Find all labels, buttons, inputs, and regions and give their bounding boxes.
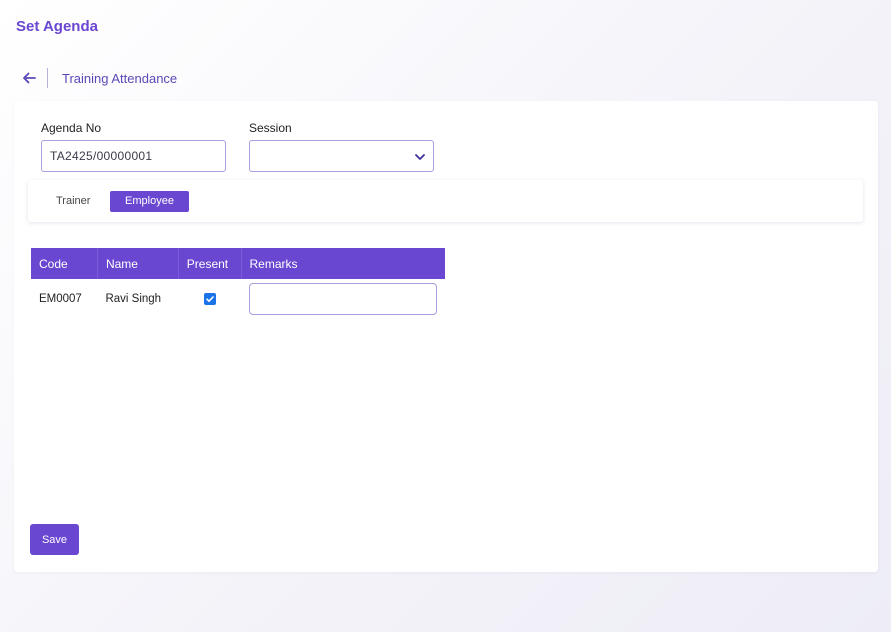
table-header-row: Code Name Present Remarks <box>31 248 445 279</box>
cell-name: Ravi Singh <box>105 293 162 305</box>
toggle-trainer[interactable]: Trainer <box>54 191 92 212</box>
toggle-employee[interactable]: Employee <box>110 191 189 212</box>
column-header-remarks: Remarks <box>241 248 445 279</box>
column-header-code: Code <box>31 248 98 279</box>
table-row: EM0007 Ravi Singh <box>31 279 445 319</box>
breadcrumb-title: Training Attendance <box>62 70 178 86</box>
chevron-down-icon <box>415 154 425 160</box>
role-toggle: Trainer Employee <box>28 180 863 222</box>
present-checkbox[interactable] <box>203 292 216 305</box>
checkmark-icon <box>205 296 214 302</box>
session-label: Session <box>249 121 292 135</box>
back-button[interactable] <box>20 69 38 87</box>
agenda-no-input[interactable] <box>41 140 226 172</box>
attendance-card: Agenda No Session Trainer Employee Code … <box>14 101 878 572</box>
arrow-left-icon <box>23 72 36 84</box>
column-header-present: Present <box>178 248 242 279</box>
cell-present <box>178 279 241 319</box>
agenda-no-label: Agenda No <box>41 121 102 135</box>
cell-remarks <box>241 279 445 319</box>
breadcrumb: Training Attendance <box>20 66 177 90</box>
breadcrumb-divider <box>47 68 48 88</box>
column-header-name: Name <box>97 248 179 279</box>
attendance-table: Code Name Present Remarks EM0007 Ravi Si… <box>31 248 445 319</box>
save-button[interactable]: Save <box>30 524 79 555</box>
page: Set Agenda Training Attendance Agenda No… <box>0 0 891 632</box>
cell-code: EM0007 <box>39 293 82 305</box>
page-title: Set Agenda <box>16 18 98 35</box>
session-select[interactable] <box>249 140 434 172</box>
remarks-input[interactable] <box>249 283 437 315</box>
